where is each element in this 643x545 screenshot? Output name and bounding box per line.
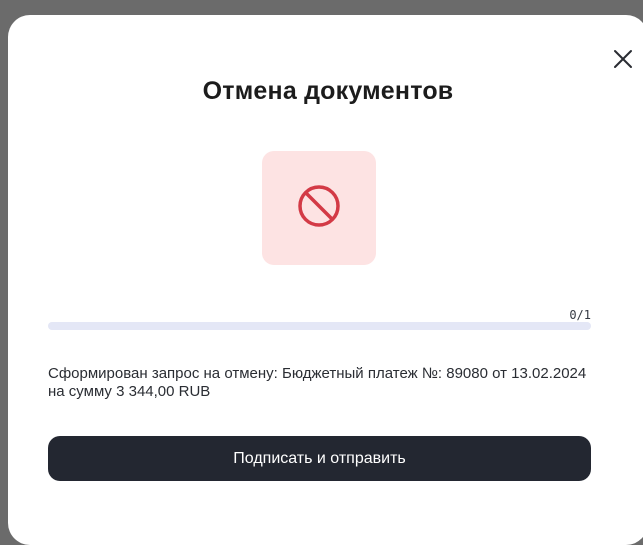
dialog-title: Отмена документов — [202, 77, 454, 105]
sign-and-send-button[interactable]: Подписать и отправить — [48, 436, 591, 481]
progress-bar — [48, 322, 591, 330]
progress-counter: 0/1 — [569, 308, 591, 322]
prohibited-icon — [295, 182, 343, 235]
cancel-documents-dialog: Отмена документов 0/1 Сформирован запрос… — [8, 15, 643, 545]
close-icon[interactable] — [612, 48, 634, 70]
status-tile — [262, 151, 376, 265]
request-message: Сформирован запрос на отмену: Бюджетный … — [48, 365, 587, 400]
